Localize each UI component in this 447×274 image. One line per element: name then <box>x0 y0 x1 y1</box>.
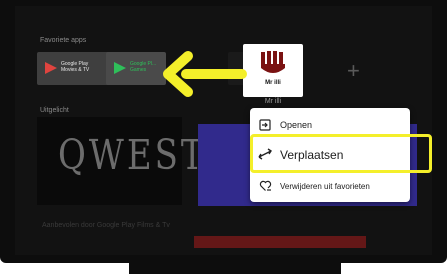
app-mr-illi[interactable]: Mr illi <box>243 44 303 97</box>
tv-stand <box>129 263 341 274</box>
selection-highlight <box>250 134 432 173</box>
app-google-play-movies[interactable]: Google Play Movies & TV <box>37 52 111 85</box>
favorites-title: Favoriete apps <box>40 37 87 44</box>
qwest-logo: QWEST <box>58 132 207 180</box>
app-label: Google Pl... Games <box>130 61 157 73</box>
menu-item-remove-favorite[interactable]: Verwijderen uit favorieten <box>250 173 410 199</box>
google-play-games-icon <box>114 62 126 74</box>
app-label: Mr illi <box>265 80 281 86</box>
open-icon <box>250 118 280 131</box>
featured-title: Uitgelicht <box>40 107 69 114</box>
menu-item-label: Verwijderen uit favorieten <box>280 181 370 191</box>
heart-remove-icon <box>250 180 280 192</box>
google-play-movies-icon <box>45 62 57 74</box>
pointer-arrow-icon <box>163 51 247 97</box>
app-sublabel: Mr illi <box>264 98 282 105</box>
menu-item-label: Openen <box>280 119 313 130</box>
recommendation-text: Aanbevolen door Google Play Films & Tv <box>42 222 170 229</box>
app-google-play-games[interactable]: Google Pl... Games <box>106 52 166 85</box>
app-label: Google Play Movies & TV <box>61 61 90 73</box>
add-app-icon[interactable]: + <box>347 60 360 82</box>
recommendation-bar[interactable] <box>194 236 366 248</box>
mr-illi-logo-icon <box>261 51 285 73</box>
